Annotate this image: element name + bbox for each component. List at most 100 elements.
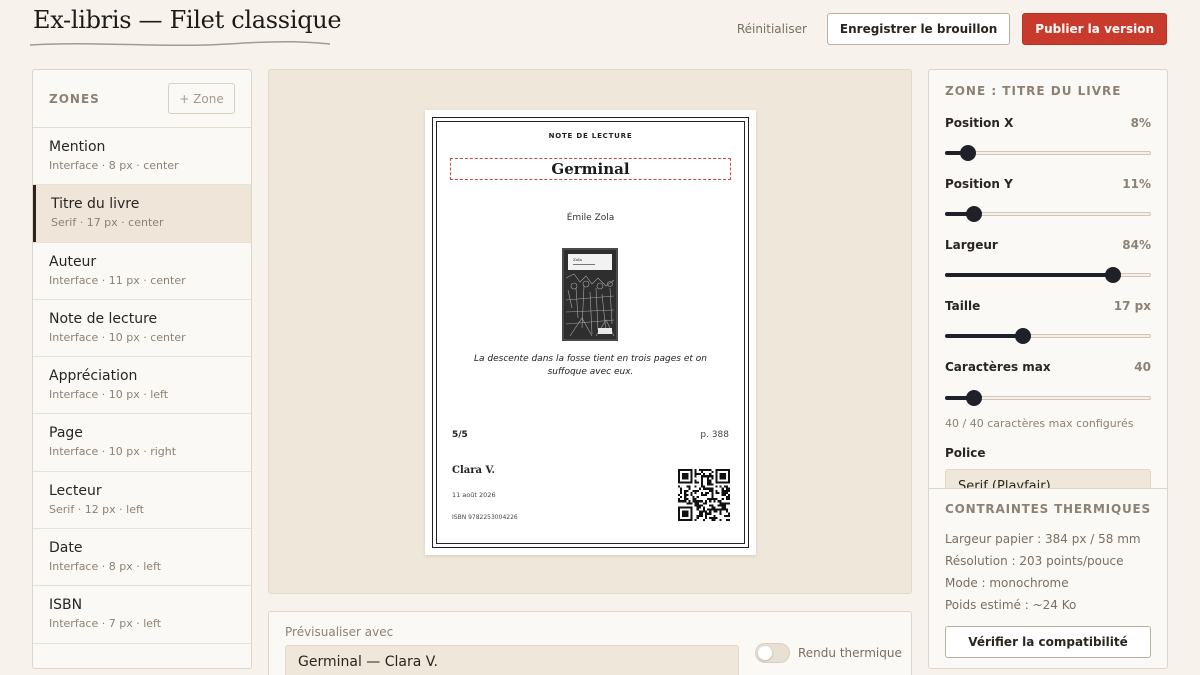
receipt-reading-note[interactable]: La descente dans la fosse tient en trois… — [455, 353, 726, 379]
qr-module — [690, 479, 693, 482]
qr-module — [725, 518, 728, 521]
zone-settings-scroll[interactable]: ZONE : TITRE DU LIVRE Position X 8% Posi… — [929, 70, 1167, 488]
qr-module — [700, 469, 703, 472]
qr-module — [684, 481, 687, 484]
add-zone-button[interactable]: + Zone — [168, 83, 235, 114]
qr-module — [723, 514, 726, 517]
qr-module — [711, 491, 714, 494]
size-slider[interactable] — [945, 328, 1151, 344]
qr-module — [694, 473, 697, 476]
qr-module — [711, 487, 714, 490]
qr-module — [713, 514, 716, 517]
zone-item-page[interactable]: Page Interface · 10 px · right — [33, 414, 251, 472]
zone-name: Titre du livre — [51, 196, 140, 213]
qr-module — [727, 489, 730, 492]
qr-module — [680, 496, 683, 499]
qr-module — [700, 504, 703, 507]
qr-module — [698, 473, 701, 476]
qr-module — [723, 493, 726, 497]
width-slider[interactable] — [945, 267, 1151, 283]
qr-module — [698, 514, 701, 517]
qr-module — [711, 498, 714, 501]
save-draft-button[interactable]: Enregistrer le brouillon — [826, 13, 1011, 45]
qr-module — [700, 493, 703, 497]
receipt-title-zone-selected[interactable]: Germinal — [450, 158, 731, 180]
receipt-mention[interactable]: NOTE DE LECTURE — [425, 132, 756, 140]
thermal-constraints-section: CONTRAINTES THERMIQUES Largeur papier : … — [929, 488, 1167, 668]
qr-module — [684, 477, 687, 480]
zone-name: Note de lecture — [49, 310, 158, 327]
zone-meta: Serif · 17 px · center — [51, 216, 164, 230]
slider-thumb[interactable] — [965, 206, 982, 222]
slider-thumb[interactable] — [1015, 328, 1032, 344]
receipt-author[interactable]: Émile Zola — [425, 213, 756, 223]
qr-module — [694, 481, 697, 484]
qr-module — [723, 481, 726, 484]
max-chars-slider[interactable] — [945, 390, 1151, 406]
qr-module — [711, 508, 714, 511]
qr-module — [686, 518, 689, 521]
qr-module — [709, 475, 712, 478]
zone-item-mention[interactable]: Mention Interface · 8 px · center — [33, 128, 251, 186]
qr-module — [711, 496, 714, 499]
qr-module — [709, 508, 712, 511]
qr-module — [700, 512, 703, 515]
qr-module — [709, 481, 712, 484]
slider-thumb[interactable] — [965, 390, 982, 406]
qr-module — [690, 516, 693, 519]
zone-item-date[interactable]: Date Interface · 8 px · left — [33, 529, 251, 587]
position-y-slider[interactable] — [945, 206, 1151, 222]
slider-thumb[interactable] — [1104, 267, 1121, 283]
qr-module — [684, 512, 687, 515]
qr-module — [678, 514, 681, 517]
qr-module — [686, 512, 689, 515]
qr-module — [715, 498, 718, 501]
receipt-isbn[interactable]: ISBN 9782253004226 — [452, 514, 518, 521]
zone-name: Auteur — [49, 253, 97, 270]
qr-module — [705, 491, 708, 494]
qr-module — [678, 516, 681, 519]
zone-name: Page — [49, 425, 83, 442]
zone-item-auteur[interactable]: Auteur Interface · 11 px · center — [33, 243, 251, 300]
qr-module — [686, 469, 689, 472]
receipt-rating[interactable]: 5/5 — [452, 430, 468, 440]
slider-thumb[interactable] — [960, 145, 977, 161]
qr-module — [725, 502, 728, 505]
qr-module — [711, 506, 714, 509]
position-x-slider[interactable] — [945, 145, 1151, 161]
thermal-render-label: Rendu thermique — [798, 646, 902, 660]
zone-meta: Serif · 12 px · left — [49, 502, 144, 516]
qr-module — [727, 518, 730, 521]
qr-module — [725, 508, 728, 511]
slider-fill — [945, 273, 1119, 277]
qr-module — [700, 471, 703, 474]
qr-module — [705, 469, 708, 472]
qr-module — [690, 502, 693, 505]
qr-module — [725, 485, 728, 488]
qr-module — [719, 510, 722, 513]
receipt-reader[interactable]: Clara V. — [452, 465, 495, 476]
font-select[interactable]: Serif (Playfair) — [945, 469, 1151, 488]
qr-module — [705, 493, 708, 497]
zone-item-titre-du-livre[interactable]: Titre du livre Serif · 17 px · center — [33, 185, 251, 243]
zone-item-lecteur[interactable]: Lecteur Serif · 12 px · left — [33, 472, 251, 530]
receipt-date[interactable]: 11 août 2026 — [452, 491, 496, 499]
zone-item-appreciation[interactable]: Appréciation Interface · 10 px · left — [33, 357, 251, 415]
preview-data-select[interactable]: Germinal — Clara V. — [285, 645, 739, 675]
preview-panel: Prévisualiser avec Germinal — Clara V. R… — [268, 611, 912, 675]
qr-module — [682, 506, 685, 509]
zone-item-isbn[interactable]: ISBN Interface · 7 px · left — [33, 586, 251, 644]
qr-module — [709, 469, 712, 472]
zone-item-note-de-lecture[interactable]: Note de lecture Interface · 10 px · cent… — [33, 300, 251, 358]
qr-module — [696, 506, 699, 509]
verify-compatibility-button[interactable]: Vérifier la compatibilité — [945, 626, 1151, 658]
qr-module — [686, 510, 689, 513]
publish-button[interactable]: Publier la version — [1022, 13, 1167, 45]
reset-button[interactable]: Réinitialiser — [737, 22, 807, 36]
toggle-knob — [758, 646, 772, 660]
qr-module — [707, 479, 710, 482]
qr-module — [698, 500, 701, 503]
thermal-render-toggle[interactable] — [755, 643, 790, 663]
zone-meta: Interface · 7 px · left — [49, 617, 162, 631]
receipt-page[interactable]: p. 388 — [700, 430, 729, 440]
